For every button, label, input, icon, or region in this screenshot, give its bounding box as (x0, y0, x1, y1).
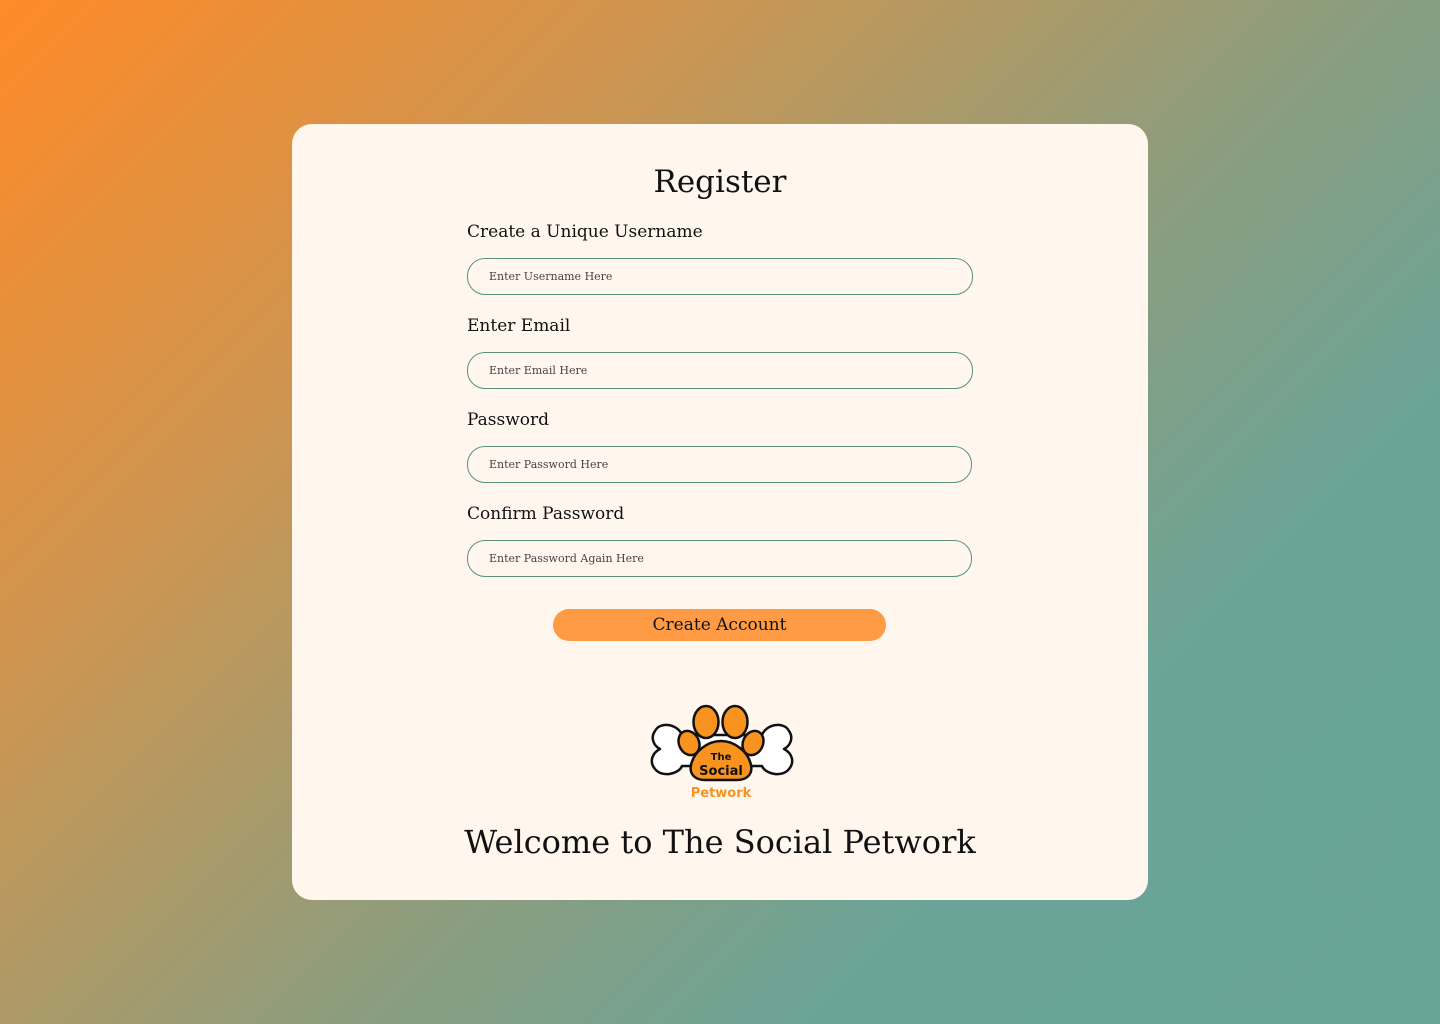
confirm-password-label: Confirm Password (467, 504, 625, 524)
confirm-password-input[interactable] (467, 540, 972, 577)
password-input[interactable] (467, 446, 972, 483)
register-card: Register Create a Unique Username Enter … (292, 124, 1148, 900)
logo-text-the: The (711, 752, 732, 763)
logo-text-petwork: Petwork (691, 786, 752, 801)
username-label: Create a Unique Username (467, 222, 703, 242)
create-account-button[interactable]: Create Account (553, 609, 886, 641)
email-label: Enter Email (467, 316, 571, 336)
paw-bone-logo-icon: The Social Petwork (650, 704, 794, 801)
logo-text-social: Social (699, 764, 743, 779)
welcome-heading: Welcome to The Social Petwork (464, 823, 976, 861)
password-label: Password (467, 410, 550, 430)
username-input[interactable] (467, 258, 973, 295)
page-title: Register (653, 164, 787, 200)
email-input[interactable] (467, 352, 973, 389)
